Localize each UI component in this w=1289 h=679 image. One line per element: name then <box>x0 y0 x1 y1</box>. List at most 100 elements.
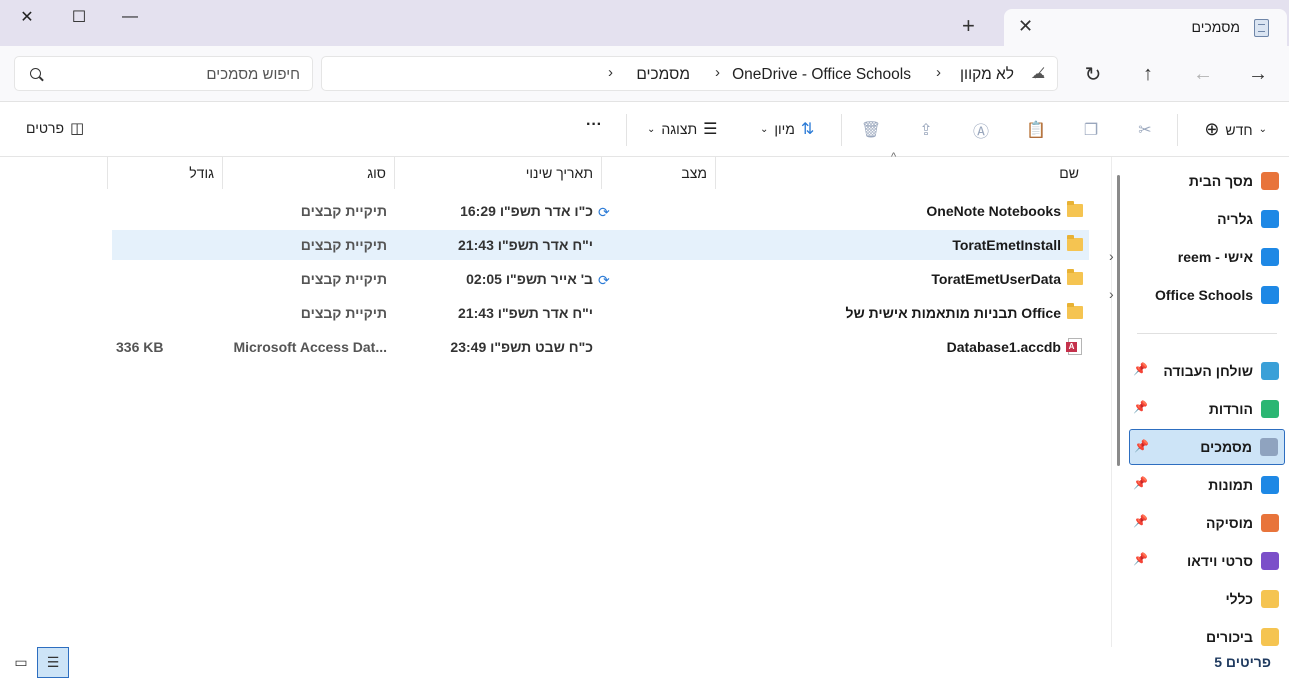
pin-icon[interactable]: 📌 <box>1133 514 1148 528</box>
sidebar-item[interactable]: כללי <box>1129 581 1285 617</box>
sidebar-item[interactable]: סרטי וידאו 📌 <box>1129 543 1285 579</box>
sidebar-item-label: כללי <box>1225 591 1253 607</box>
details-view-icon: ☰ <box>46 654 60 670</box>
search-input[interactable]: חיפוש מסמכים <box>206 66 300 83</box>
pin-icon[interactable]: 📌 <box>1134 439 1149 453</box>
pin-icon[interactable]: 📌 <box>1133 476 1148 490</box>
cloud-offline-icon: ☁̸ <box>1031 65 1045 81</box>
column-header-type[interactable]: סוג <box>222 157 394 189</box>
search-box[interactable]: חיפוש מסמכים <box>14 56 313 91</box>
file-name: תבניות מותאמות אישית של Office <box>845 305 1061 321</box>
video-icon <box>1261 552 1279 570</box>
share-icon[interactable]: ⇪ <box>915 119 937 141</box>
tab-close-button[interactable]: ✕ <box>1018 16 1033 37</box>
table-row[interactable]: תבניות מותאמות אישית של Office 21:43 י"ח … <box>112 298 1089 328</box>
sidebar-item[interactable]: Office Schools › <box>1109 277 1285 313</box>
chevron-left-icon[interactable]: › <box>608 64 613 81</box>
navigation-pane: מסך הבית גלריה reem - אישי › Office Schools ›… <box>1109 157 1289 647</box>
copy-icon[interactable]: ❐ <box>1080 119 1102 141</box>
divider <box>626 114 627 146</box>
chevron-right-icon[interactable]: › <box>1109 286 1114 302</box>
sidebar-item-label: ביכורים <box>1206 629 1253 645</box>
file-modified: 21:43 י"ח אדר תשפ"ו <box>458 305 593 321</box>
pin-icon[interactable]: 📌 <box>1133 552 1148 566</box>
table-row[interactable]: ToratEmetUserData ⟳ 02:05 ב' אייר תשפ"ו תיק… <box>112 264 1089 294</box>
sidebar-item-label: מסך הבית <box>1188 173 1253 189</box>
tiles-view-button[interactable]: ▭ <box>5 647 37 678</box>
column-header-modified[interactable]: תאריך שינוי <box>394 157 601 189</box>
column-header-name[interactable]: שם <box>715 157 1087 189</box>
sidebar-item[interactable]: מוסיקה 📌 <box>1129 505 1285 541</box>
file-name: OneNote Notebooks <box>926 203 1061 219</box>
folder-icon <box>1067 269 1083 285</box>
maximize-button[interactable]: ☐ <box>53 0 105 34</box>
file-type: תיקיית קבצים <box>300 271 387 287</box>
address-bar[interactable]: לא מקוון ☁̸ › OneDrive - Office Schools … <box>321 56 1058 91</box>
sidebar-item[interactable]: reem - אישי › <box>1109 239 1285 275</box>
cut-icon[interactable]: ✂ <box>1134 119 1156 141</box>
file-list: ^ שם מצב תאריך שינוי סוג גודל OneNote No… <box>0 151 1110 647</box>
back-button[interactable]: → <box>1244 60 1272 88</box>
sync-icon: ⟳ <box>598 204 610 220</box>
up-button[interactable]: ↑ <box>1134 60 1162 88</box>
column-header-size[interactable]: גודל <box>107 157 222 189</box>
delete-icon[interactable]: 🗑 <box>860 119 882 141</box>
sidebar-item-label: הורדות <box>1208 401 1253 417</box>
sidebar-item[interactable]: שולחן העבודה 📌 <box>1129 353 1285 389</box>
arrow-up-icon: ↑ <box>1143 62 1153 85</box>
arrow-left-icon: ← <box>1193 62 1213 85</box>
scrollbar-thumb[interactable] <box>1117 175 1120 466</box>
refresh-button[interactable]: ↻ <box>1079 60 1107 88</box>
documents-icon <box>1254 19 1269 37</box>
sidebar-item[interactable]: הורדות 📌 <box>1129 391 1285 427</box>
new-button[interactable]: ⊕ חדש ⌄ <box>1204 119 1267 140</box>
column-header-status[interactable]: מצב <box>601 157 715 189</box>
sidebar-item-label: Office Schools <box>1154 287 1253 303</box>
divider <box>1137 333 1277 334</box>
folder-icon <box>1261 590 1279 608</box>
breadcrumb-onedrive[interactable]: OneDrive - Office Schools <box>732 66 911 84</box>
details-view-button[interactable]: ☰ <box>37 647 69 678</box>
new-tab-button[interactable]: + <box>962 15 975 37</box>
chevron-left-icon[interactable]: › <box>936 64 941 81</box>
pin-icon[interactable]: 📌 <box>1133 400 1148 414</box>
file-type: תיקיית קבצים <box>300 305 387 321</box>
table-row[interactable]: Database1.accdb 23:49 כ"ח שבט תשפ"ו Micros… <box>112 332 1089 362</box>
desktop-icon <box>1261 362 1279 380</box>
title-bar: ✕ ☐ — + מסמכים ✕ <box>0 0 1289 47</box>
minimize-button[interactable]: — <box>104 0 156 34</box>
paste-icon[interactable]: 📋 <box>1025 119 1047 141</box>
sidebar-item[interactable]: תמונות 📌 <box>1129 467 1285 503</box>
refresh-icon: ↻ <box>1084 63 1102 86</box>
sidebar-item-label: מוסיקה <box>1205 515 1253 531</box>
pin-icon[interactable]: 📌 <box>1133 362 1148 376</box>
gallery-icon <box>1261 210 1279 228</box>
chevron-right-icon[interactable]: › <box>1109 248 1114 264</box>
close-window-button[interactable]: ✕ <box>1 0 53 34</box>
sidebar-item[interactable]: מסך הבית <box>1129 163 1285 199</box>
view-button[interactable]: ⌄ תצוגה ☰ <box>647 119 717 139</box>
table-row[interactable]: ToratEmetInstall 21:43 י"ח אדר תשפ"ו תיקיי… <box>112 230 1089 260</box>
details-pane-button[interactable]: פרטים ◫ <box>26 119 84 137</box>
sidebar-item[interactable]: מסמכים 📌 <box>1129 429 1285 465</box>
more-options-button[interactable]: ··· <box>586 116 602 134</box>
list-view-icon: ☰ <box>703 121 718 138</box>
sidebar-item-label: reem - אישי <box>1177 249 1253 265</box>
music-icon <box>1261 514 1279 532</box>
file-size: 336 KB <box>116 339 164 355</box>
forward-button[interactable]: ← <box>1189 60 1217 88</box>
breadcrumb-offline[interactable]: לא מקוון <box>960 66 1014 84</box>
rename-icon[interactable]: Ⓐ <box>970 119 992 141</box>
sort-button[interactable]: ⌄ מיון ⇅ <box>760 119 814 139</box>
navigation-bar: → ← ↑ ↻ לא מקוון ☁̸ › OneDrive - Office … <box>0 46 1289 102</box>
chevron-left-icon[interactable]: › <box>715 64 720 81</box>
sidebar-item[interactable]: גלריה <box>1129 201 1285 237</box>
breadcrumb-documents[interactable]: מסמכים <box>636 66 690 84</box>
command-bar: ⊕ חדש ⌄ ✂ ❐ 📋 Ⓐ ⇪ 🗑 ⌄ מיון ⇅ ⌄ תצוגה ☰ ·… <box>0 102 1289 157</box>
file-name: ToratEmetUserData <box>931 271 1061 287</box>
tab-documents[interactable]: מסמכים ✕ <box>1004 9 1287 47</box>
table-row[interactable]: OneNote Notebooks ⟳ 16:29 כ"ו אדר תשפ"ו תיק… <box>112 196 1089 226</box>
sidebar-item-label: שולחן העבודה <box>1163 363 1253 379</box>
file-type: תיקיית קבצים <box>300 237 387 253</box>
tiles-view-icon: ▭ <box>14 654 28 670</box>
